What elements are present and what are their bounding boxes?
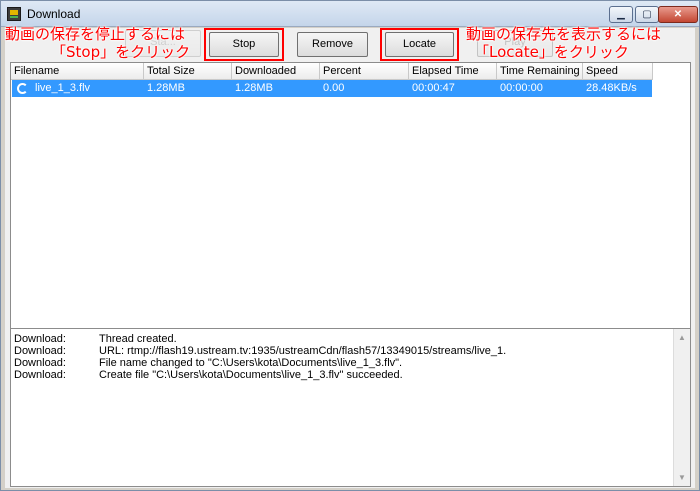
log-type: Download: (14, 369, 66, 381)
column-header-filename[interactable]: Filename (11, 63, 144, 80)
column-header-total-size[interactable]: Total Size (144, 63, 232, 80)
column-header-downloaded[interactable]: Downloaded (232, 63, 320, 80)
cell-percent: 0.00 (323, 82, 345, 94)
cell-downloaded: 1.28MB (235, 82, 273, 94)
column-header-time-remaining[interactable]: Time Remaining (497, 63, 583, 80)
scroll-up-icon[interactable]: ▲ (674, 329, 690, 346)
locate-annotation-line2: 「Locate」をクリック (474, 43, 629, 61)
log-message: Create file "C:\Users\kota\Documents\liv… (99, 369, 403, 381)
close-button[interactable]: ✕ (658, 6, 698, 23)
minimize-button[interactable]: ▁ (609, 6, 633, 23)
stop-annotation-line2: 「Stop」をクリック (51, 43, 191, 61)
log-type: Download: (14, 357, 66, 369)
list-header: Filename Total Size Downloaded Percent E… (11, 63, 690, 80)
remove-button[interactable]: Remove (297, 32, 368, 57)
table-row[interactable]: live_1_3.flv 1.28MB 1.28MB 0.00 00:00:47… (12, 80, 652, 97)
download-window: Download ▁ ▢ ✕ Sta... Play Stop Remove L… (0, 0, 700, 491)
cell-elapsed-time: 00:00:47 (412, 82, 455, 94)
stop-annotation-line1: 動画の保存を停止するには (5, 25, 186, 43)
log-message: URL: rtmp://flash19.ustream.tv:1935/ustr… (99, 345, 507, 357)
loading-spinner-icon (17, 83, 28, 94)
locate-button[interactable]: Locate (385, 32, 454, 57)
log-type: Download: (14, 333, 66, 345)
title-bar[interactable]: Download ▁ ▢ ✕ (1, 1, 699, 27)
stop-button-label: Stop (232, 38, 256, 50)
stop-button[interactable]: Stop (209, 32, 279, 57)
cell-total-size: 1.28MB (147, 82, 185, 94)
column-header-percent[interactable]: Percent (320, 63, 409, 80)
cell-time-remaining: 00:00:00 (500, 82, 543, 94)
column-header-elapsed-time[interactable]: Elapsed Time (409, 63, 497, 80)
log-type: Download: (14, 345, 66, 357)
maximize-button[interactable]: ▢ (635, 6, 659, 23)
download-list[interactable]: Filename Total Size Downloaded Percent E… (10, 62, 691, 348)
scroll-down-icon[interactable]: ▼ (674, 469, 690, 486)
log-message: File name changed to "C:\Users\kota\Docu… (99, 357, 403, 369)
column-header-speed[interactable]: Speed (583, 63, 653, 80)
remove-button-label: Remove (312, 38, 353, 50)
cell-filename: live_1_3.flv (35, 82, 91, 94)
cell-speed: 28.48KB/s (586, 82, 637, 94)
locate-annotation-line1: 動画の保存先を表示するには (466, 25, 662, 43)
log-scrollbar[interactable]: ▲ ▼ (673, 329, 690, 486)
window-title: Download (27, 7, 81, 21)
locate-button-label: Locate (402, 38, 437, 50)
log-message: Thread created. (99, 333, 177, 345)
log-panel[interactable]: Download: Thread created. Download: URL:… (10, 328, 691, 487)
client-area: Sta... Play Stop Remove Locate 動画の保存を停止す… (5, 25, 695, 488)
download-app-icon (7, 7, 21, 21)
